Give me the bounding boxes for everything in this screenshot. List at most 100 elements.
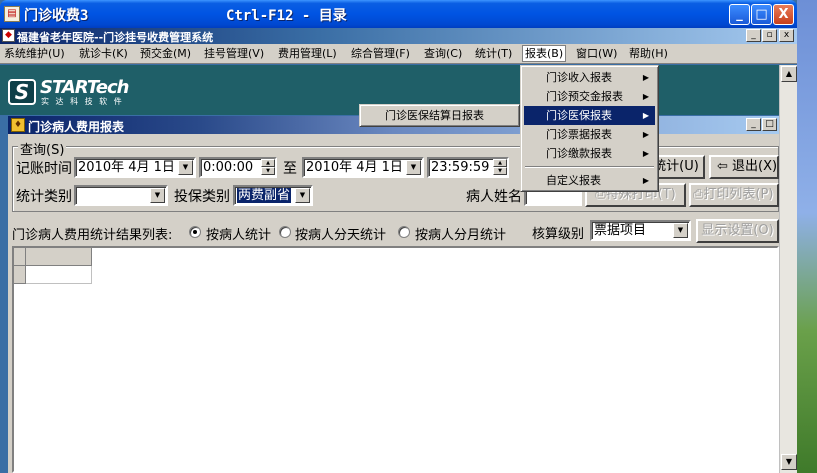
from-date-value: 2010年 4月 1日 [78,160,175,175]
level-value: 票据项目 [594,223,647,238]
from-time-field[interactable]: 0:00:00 ▲ ▼ [199,157,277,178]
option-by-patient-day[interactable]: 按病人分天统计 [295,224,386,243]
from-time-value: 0:00:00 [203,160,254,175]
menu-item-deposit-label: 门诊预交金报表 [546,90,623,103]
results-grid[interactable] [12,246,779,473]
option-by-patient[interactable]: 按病人统计 [206,224,271,243]
insure-type-dropdown-icon[interactable]: ▼ [295,188,310,203]
submenu-arrow-icon: ▶ [642,73,649,82]
menu-item-insurance-daily[interactable]: 门诊医保结算日报表 [363,106,516,125]
hospital-icon: ◆ [2,29,15,42]
mdi-frame-title: 福建省老年医院--门诊挂号收费管理系统 [17,31,214,44]
radio-by-patient[interactable] [189,226,201,238]
patient-name-label: 病人姓名 [466,189,522,205]
child-minimize-icon[interactable]: _ [746,118,761,131]
menu-item-receipt-report[interactable]: 门诊票据报表 ▶ [524,125,655,144]
outer-window-title: 门诊收费3 [24,8,89,24]
grid-corner [14,248,26,266]
to-time-spinner[interactable]: ▲ ▼ [493,159,507,176]
menu-help[interactable]: 帮助(H) [627,46,670,63]
menu-query[interactable]: 查询(C) [422,46,464,63]
outer-window-titlebar[interactable]: ▤ 门诊收费3 Ctrl-F12 - 目录 _ □ X [0,0,797,28]
menu-item-receipt-label: 门诊票据报表 [546,128,612,141]
child-maximize-icon[interactable]: □ [762,118,777,131]
menu-item-payment-report[interactable]: 门诊缴款报表 ▶ [524,144,655,163]
menu-card[interactable]: 就诊卡(K) [77,46,130,63]
logo-subtitle: 实 达 科 技 软 件 [41,97,124,106]
minimize-button[interactable]: _ [729,4,750,25]
menu-system[interactable]: 系统维护(U) [2,46,67,63]
stat-type-select[interactable]: ▼ [74,185,168,206]
row-header[interactable] [14,266,26,284]
report-window-icon: ♦ [11,118,25,132]
query-group-label: 查询(S) [18,139,67,158]
menu-item-custom-report[interactable]: 自定义报表 ▶ [524,171,655,190]
insurance-submenu: 门诊医保结算日报表 [359,104,520,127]
menu-item-income-label: 门诊收入报表 [546,71,612,84]
to-date-picker[interactable]: 2010年 4月 1日 ▼ [302,157,424,178]
insure-type-label: 投保类别 [174,189,230,205]
menu-reports[interactable]: 报表(B) [522,45,567,62]
menu-fees[interactable]: 费用管理(L) [276,46,339,63]
menu-statistics[interactable]: 统计(T) [473,46,514,63]
print-list-label: 打印列表(P) [703,187,774,202]
outer-window-shortcut: Ctrl-F12 - 目录 [226,8,347,24]
menu-general[interactable]: 综合管理(F) [349,46,412,63]
radio-by-patient-day[interactable] [279,226,291,238]
reports-menu: 门诊收入报表 ▶ 门诊预交金报表 ▶ 门诊医保报表 ▶ 门诊票据报表 ▶ 门诊缴款报表 ▶… [520,65,659,192]
submenu-arrow-icon: ▶ [642,130,649,139]
grid-header-row [14,248,104,266]
mdi-frame-titlebar: ◆ 福建省老年医院--门诊挂号收费管理系统 _ ▫ x [0,28,797,44]
mdi-minimize-icon[interactable]: _ [746,29,761,42]
scroll-down-icon[interactable]: ▼ [781,454,797,470]
level-dropdown-icon[interactable]: ▼ [673,223,688,238]
menu-item-insurance-label: 门诊医保报表 [546,109,612,122]
stat-type-label: 统计类别 [16,189,72,205]
to-time-field[interactable]: 23:59:59 ▲ ▼ [427,157,509,178]
from-date-dropdown-icon[interactable]: ▼ [178,160,193,175]
insure-type-select[interactable]: 两费副省 ▼ [233,185,313,206]
stat-type-dropdown-icon[interactable]: ▼ [150,188,165,203]
exit-button[interactable]: ⇦ 退出(X) [709,155,779,179]
menu-window[interactable]: 窗口(W) [574,46,619,63]
to-label: 至 [283,161,297,177]
radio-by-patient-month[interactable] [398,226,410,238]
date-label: 记账时间 [16,161,72,177]
grid-header-cell[interactable] [26,248,92,266]
option-by-patient-month[interactable]: 按病人分月统计 [415,224,506,243]
child-window-title: 门诊病人费用报表 [28,120,125,134]
display-settings-button[interactable]: 显示设置(O) [696,219,779,243]
submenu-arrow-icon: ▶ [642,92,649,101]
submenu-arrow-icon: ▶ [642,176,649,185]
level-label: 核算级别 [532,227,585,242]
grid-cell[interactable] [26,266,92,284]
menu-registration[interactable]: 挂号管理(V) [202,46,266,63]
menu-deposit[interactable]: 预交金(M) [138,46,193,63]
mdi-close-icon[interactable]: x [779,29,794,42]
menu-separator [525,166,654,168]
scroll-up-icon[interactable]: ▲ [781,66,797,82]
insure-type-value: 两费副省 [237,188,292,203]
menu-bar: 系统维护(U) 就诊卡(K) 预交金(M) 挂号管理(V) 费用管理(L) 综合… [0,44,797,64]
menu-item-deposit-report[interactable]: 门诊预交金报表 ▶ [524,87,655,106]
menu-item-insurance-report[interactable]: 门诊医保报表 ▶ [524,106,655,125]
from-time-spinner[interactable]: ▲ ▼ [261,159,275,176]
maximize-button[interactable]: □ [751,4,772,25]
startech-logo-icon: S [8,79,36,105]
submenu-arrow-icon: ▶ [642,111,649,120]
level-select[interactable]: 票据项目 ▼ [590,220,691,241]
desktop-background [797,0,817,473]
results-label: 门诊病人费用统计结果列表: [12,228,173,243]
print-list-button[interactable]: ⎙打印列表(P) [689,183,779,207]
to-date-value: 2010年 4月 1日 [306,160,403,175]
exit-button-label: 退出(X) [732,159,778,174]
mdi-vertical-scrollbar[interactable]: ▲ ▼ [779,65,797,473]
menu-item-payment-label: 门诊缴款报表 [546,147,612,160]
menu-item-income-report[interactable]: 门诊收入报表 ▶ [524,68,655,87]
to-date-dropdown-icon[interactable]: ▼ [406,160,421,175]
from-date-picker[interactable]: 2010年 4月 1日 ▼ [74,157,196,178]
app-icon: ▤ [4,6,20,22]
close-button[interactable]: X [773,4,794,25]
table-row[interactable] [14,266,104,284]
mdi-restore-icon[interactable]: ▫ [762,29,777,42]
